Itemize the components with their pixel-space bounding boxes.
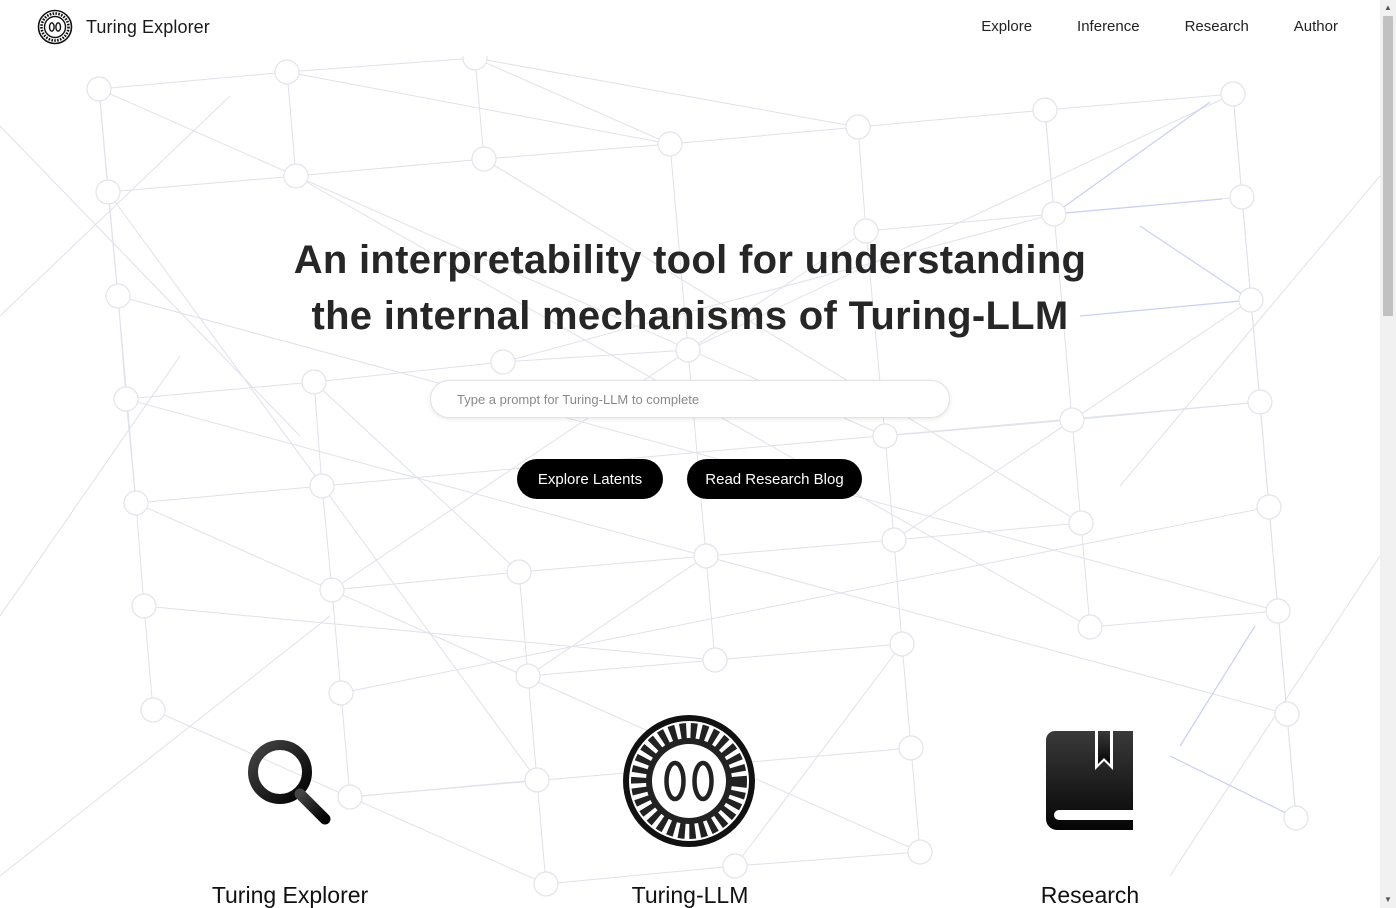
- hero-section: An interpretability tool for understandi…: [0, 232, 1380, 344]
- nav-author[interactable]: Author: [1294, 18, 1338, 35]
- nav-explore[interactable]: Explore: [981, 18, 1032, 35]
- turing-gear-icon: [623, 715, 755, 847]
- read-research-blog-button[interactable]: Read Research Blog: [687, 459, 862, 499]
- top-navbar: Turing Explorer Explore Inference Resear…: [0, 0, 1380, 56]
- explore-latents-button[interactable]: Explore Latents: [517, 459, 663, 499]
- nav-research[interactable]: Research: [1185, 18, 1249, 35]
- feature-title: Turing-LLM: [631, 882, 749, 908]
- main-nav: Explore Inference Research Author: [936, 18, 1338, 35]
- feature-turing-llm[interactable]: Turing-LLM: [590, 882, 790, 908]
- vertical-scrollbar[interactable]: ▲ ▼: [1380, 0, 1396, 908]
- scroll-up-arrow-icon[interactable]: ▲: [1380, 0, 1396, 16]
- magnifier-icon: [248, 740, 331, 825]
- feature-title: Research: [1040, 882, 1140, 908]
- prompt-input[interactable]: [431, 381, 949, 417]
- scroll-down-arrow-icon[interactable]: ▼: [1380, 892, 1396, 908]
- scrollbar-thumb[interactable]: [1383, 16, 1393, 316]
- book-icon: [1046, 731, 1133, 830]
- turing-gear-logo-icon: [37, 9, 73, 45]
- page: Turing Explorer Explore Inference Resear…: [0, 0, 1396, 908]
- brand-link[interactable]: Turing Explorer: [37, 9, 210, 45]
- hero-title-line-2: the internal mechanisms of Turing-LLM: [311, 294, 1069, 338]
- prompt-search-box: [430, 380, 950, 418]
- feature-title: Turing Explorer: [211, 882, 369, 908]
- feature-turing-explorer[interactable]: Turing Explorer: [190, 882, 390, 908]
- hero-title: An interpretability tool for understandi…: [260, 232, 1120, 344]
- hero-title-line-1: An interpretability tool for understandi…: [293, 238, 1087, 282]
- nav-inference[interactable]: Inference: [1077, 18, 1140, 35]
- brand-name: Turing Explorer: [86, 16, 210, 37]
- feature-research[interactable]: Research: [990, 882, 1190, 908]
